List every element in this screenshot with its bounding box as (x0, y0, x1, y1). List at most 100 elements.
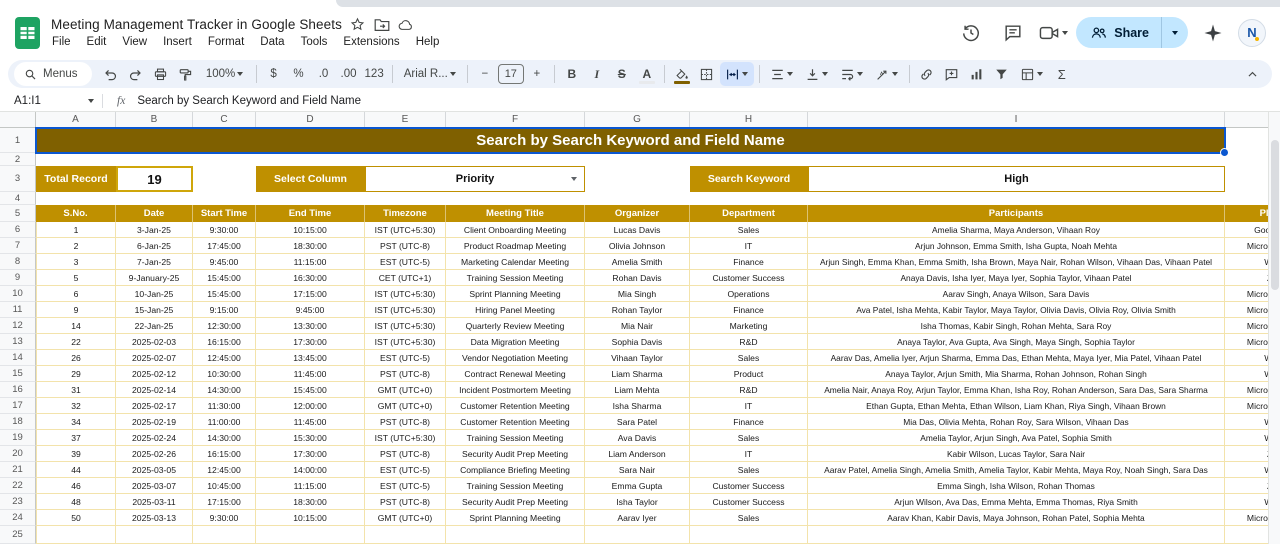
decrease-font-size-button[interactable]: − (473, 62, 497, 86)
avatar[interactable]: N (1238, 19, 1266, 47)
row-header-4[interactable]: 4 (0, 192, 36, 205)
cell-r17c4[interactable]: 12:00:00 (256, 398, 365, 414)
cell-r9c1[interactable]: 5 (36, 270, 116, 286)
cell-r21c4[interactable]: 14:00:00 (256, 462, 365, 478)
table-header-date[interactable]: Date (116, 205, 193, 222)
cell-r13c7[interactable]: Sophia Davis (585, 334, 690, 350)
cell-r10c8[interactable]: Operations (690, 286, 808, 302)
table-header-participants[interactable]: Participants (808, 205, 1225, 222)
cell-r20c3[interactable]: 16:15:00 (193, 446, 256, 462)
cell-r16c5[interactable]: GMT (UTC+0) (365, 382, 446, 398)
cell-r9c9[interactable]: Anaya Davis, Isha Iyer, Maya Iyer, Sophi… (808, 270, 1225, 286)
cell-r21c5[interactable]: EST (UTC-5) (365, 462, 446, 478)
cell-r25c2[interactable] (116, 526, 193, 544)
fill-color-button[interactable] (670, 62, 694, 86)
cell-r22c2[interactable]: 2025-03-07 (116, 478, 193, 494)
cell-r8c7[interactable]: Amelia Smith (585, 254, 690, 270)
cell-r16c8[interactable]: R&D (690, 382, 808, 398)
cell-r17c8[interactable]: IT (690, 398, 808, 414)
cell-r7c3[interactable]: 17:45:00 (193, 238, 256, 254)
cell-r11c8[interactable]: Finance (690, 302, 808, 318)
cell-r8c2[interactable]: 7-Jan-25 (116, 254, 193, 270)
star-icon[interactable] (350, 17, 366, 33)
cell-r6c1[interactable]: 1 (36, 222, 116, 238)
cell-r18c7[interactable]: Sara Patel (585, 414, 690, 430)
gemini-sparkle-icon[interactable] (1196, 16, 1230, 50)
cell-r24c3[interactable]: 9:30:00 (193, 510, 256, 526)
cell-r19c1[interactable]: 37 (36, 430, 116, 446)
cell-r11c4[interactable]: 9:45:00 (256, 302, 365, 318)
row-header-25[interactable]: 25 (0, 526, 36, 544)
format-currency-button[interactable]: $ (262, 62, 286, 86)
cell-r8c9[interactable]: Arjun Singh, Emma Khan, Emma Smith, Isha… (808, 254, 1225, 270)
create-filter-button[interactable] (990, 62, 1014, 86)
cell-r20c1[interactable]: 39 (36, 446, 116, 462)
cell-r23c8[interactable]: Customer Success (690, 494, 808, 510)
row-header-6[interactable]: 6 (0, 222, 36, 238)
table-header-meeting-title[interactable]: Meeting Title (446, 205, 585, 222)
paint-format-button[interactable] (174, 62, 198, 86)
row-header-24[interactable]: 24 (0, 510, 36, 526)
cell-r9c5[interactable]: CET (UTC+1) (365, 270, 446, 286)
cell-r18c6[interactable]: Customer Retention Meeting (446, 414, 585, 430)
cell-r22c5[interactable]: EST (UTC-5) (365, 478, 446, 494)
cell-r13c4[interactable]: 17:30:00 (256, 334, 365, 350)
cell-r20c9[interactable]: Kabir Wilson, Lucas Taylor, Sara Nair (808, 446, 1225, 462)
cell-r12c8[interactable]: Marketing (690, 318, 808, 334)
grid-corner[interactable] (0, 112, 36, 128)
cell-r10c2[interactable]: 10-Jan-25 (116, 286, 193, 302)
cell-r6c8[interactable]: Sales (690, 222, 808, 238)
row-header-14[interactable]: 14 (0, 350, 36, 366)
cell-r23c4[interactable]: 18:30:00 (256, 494, 365, 510)
horizontal-align-button[interactable] (765, 62, 799, 86)
cell-r17c5[interactable]: GMT (UTC+0) (365, 398, 446, 414)
cell-r15c3[interactable]: 10:30:00 (193, 366, 256, 382)
cell-r11c9[interactable]: Ava Patel, Isha Mehta, Kabir Taylor, May… (808, 302, 1225, 318)
cell-r25c4[interactable] (256, 526, 365, 544)
cell-r19c2[interactable]: 2025-02-24 (116, 430, 193, 446)
cell-r15c7[interactable]: Liam Sharma (585, 366, 690, 382)
table-header-department[interactable]: Department (690, 205, 808, 222)
cell-r16c2[interactable]: 2025-02-14 (116, 382, 193, 398)
cell-r9c2[interactable]: 9-January-25 (116, 270, 193, 286)
row-header-15[interactable]: 15 (0, 366, 36, 382)
scrollbar-thumb[interactable] (1271, 140, 1279, 290)
cell-r11c5[interactable]: IST (UTC+5:30) (365, 302, 446, 318)
cell-r16c7[interactable]: Liam Mehta (585, 382, 690, 398)
cell-r24c5[interactable]: GMT (UTC+0) (365, 510, 446, 526)
cell-r16c9[interactable]: Amelia Nair, Anaya Roy, Arjun Taylor, Em… (808, 382, 1225, 398)
vertical-scrollbar[interactable] (1268, 112, 1280, 544)
font-family-select[interactable]: Arial R... (398, 62, 462, 86)
meet-call-control[interactable] (1038, 24, 1068, 42)
cell-r15c8[interactable]: Product (690, 366, 808, 382)
cell-r19c8[interactable]: Sales (690, 430, 808, 446)
name-box[interactable]: A1:I1 (0, 95, 102, 107)
cell-r23c2[interactable]: 2025-03-11 (116, 494, 193, 510)
cell-r13c6[interactable]: Data Migration Meeting (446, 334, 585, 350)
cell-r10c5[interactable]: IST (UTC+5:30) (365, 286, 446, 302)
cell-r12c1[interactable]: 14 (36, 318, 116, 334)
cell-r6c7[interactable]: Lucas Davis (585, 222, 690, 238)
cell-r21c1[interactable]: 44 (36, 462, 116, 478)
cell-r14c4[interactable]: 13:45:00 (256, 350, 365, 366)
cell-r7c4[interactable]: 18:30:00 (256, 238, 365, 254)
cell-r24c8[interactable]: Sales (690, 510, 808, 526)
cell-r10c7[interactable]: Mia Singh (585, 286, 690, 302)
increase-decimal-button[interactable]: .00 (337, 62, 361, 86)
cell-r24c6[interactable]: Sprint Planning Meeting (446, 510, 585, 526)
row-header-10[interactable]: 10 (0, 286, 36, 302)
format-percent-button[interactable]: % (287, 62, 311, 86)
comments-icon[interactable] (996, 16, 1030, 50)
cell-r25c1[interactable] (36, 526, 116, 544)
cell-r18c8[interactable]: Finance (690, 414, 808, 430)
cell-r16c1[interactable]: 31 (36, 382, 116, 398)
row-header-3[interactable]: 3 (0, 166, 36, 192)
cell-r11c7[interactable]: Rohan Taylor (585, 302, 690, 318)
cell-r17c6[interactable]: Customer Retention Meeting (446, 398, 585, 414)
share-button[interactable]: Share (1076, 17, 1162, 48)
cell-r18c4[interactable]: 11:45:00 (256, 414, 365, 430)
cell-r20c8[interactable]: IT (690, 446, 808, 462)
cell-r18c1[interactable]: 34 (36, 414, 116, 430)
col-header-I[interactable]: I (808, 112, 1225, 128)
cell-r14c1[interactable]: 26 (36, 350, 116, 366)
